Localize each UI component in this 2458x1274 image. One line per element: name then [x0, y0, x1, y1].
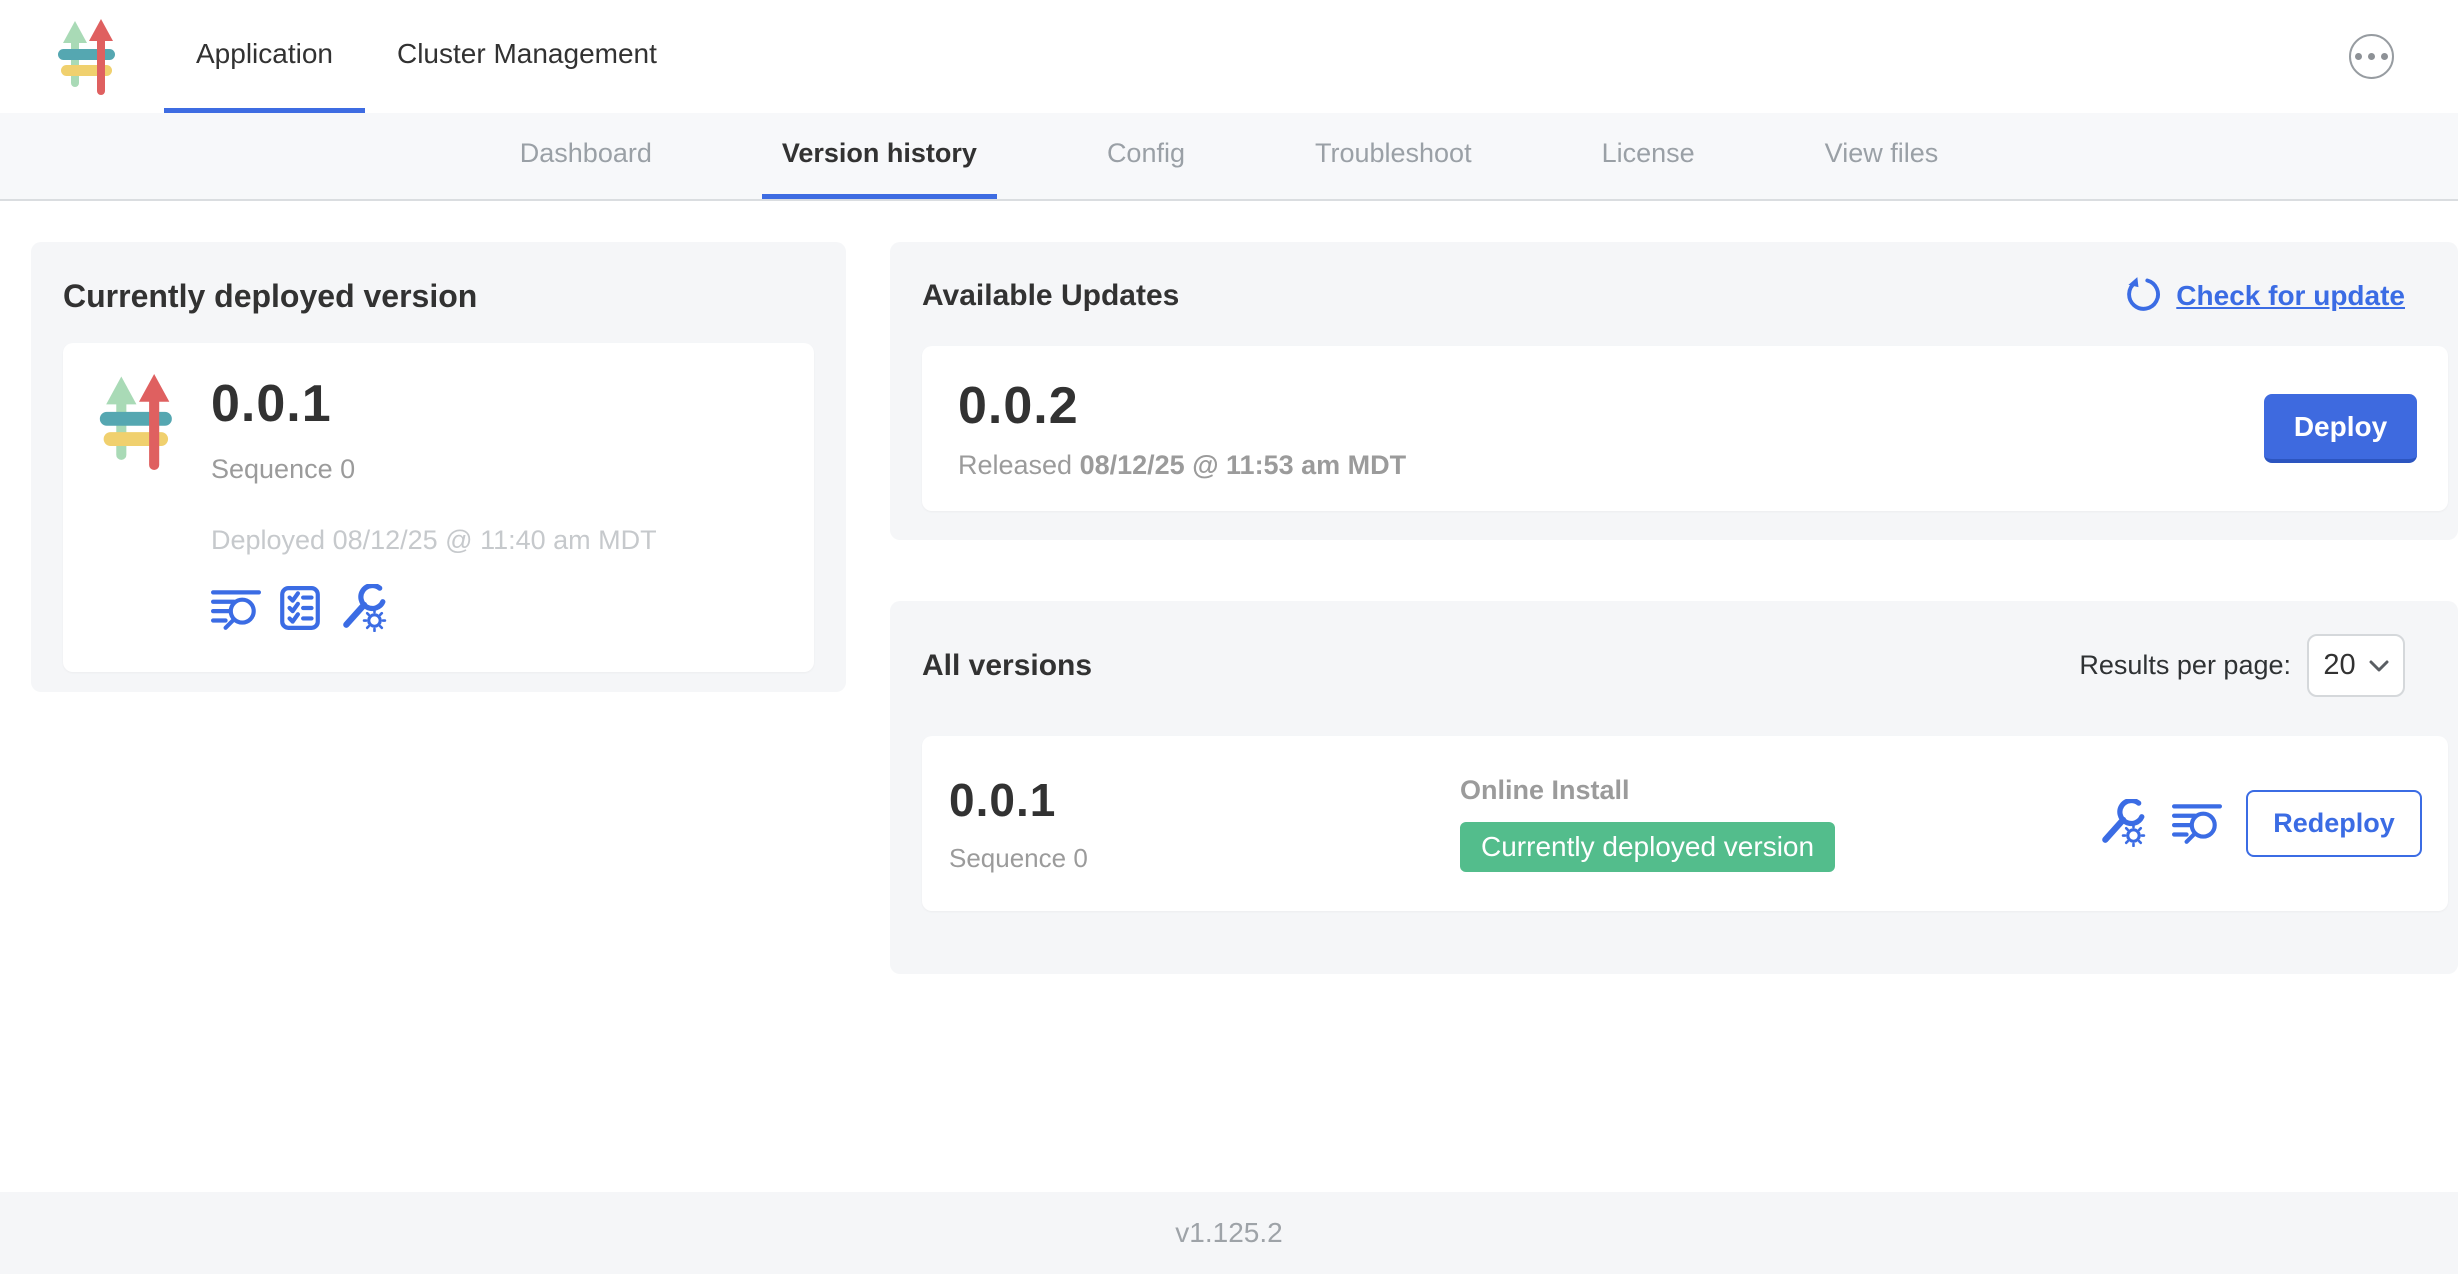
results-per-page-label: Results per page:	[2079, 650, 2291, 681]
refresh-icon	[2124, 276, 2164, 316]
deploy-button[interactable]: Deploy	[2264, 394, 2417, 463]
results-per-page-select[interactable]: 20	[2307, 634, 2405, 697]
ellipsis-menu-button[interactable]	[2349, 34, 2394, 79]
subtab-config-label: Config	[1107, 138, 1185, 169]
subtab-config[interactable]: Config	[1087, 113, 1205, 199]
available-updates-card: Available Updates Check for update 0.0.2…	[890, 242, 2458, 540]
deployed-version-panel: 0.0.1 Sequence 0 Deployed 08/12/25 @ 11:…	[63, 343, 814, 672]
app-sub-navigation: Dashboard Version history Config Trouble…	[0, 113, 2458, 201]
results-per-page-value: 20	[2323, 649, 2355, 682]
config-icon[interactable]	[2098, 799, 2146, 849]
subtab-license-label: License	[1602, 138, 1695, 169]
all-versions-card: All versions Results per page: 20 0.0.1 …	[890, 601, 2458, 974]
row-sequence: Sequence 0	[949, 843, 1460, 874]
subtab-dashboard[interactable]: Dashboard	[500, 113, 672, 199]
deployed-sequence: Sequence 0	[211, 454, 657, 485]
subtab-view-files-label: View files	[1825, 138, 1939, 169]
subtab-troubleshoot[interactable]: Troubleshoot	[1295, 113, 1492, 199]
deployed-version-number: 0.0.1	[211, 374, 657, 434]
update-version-number: 0.0.2	[958, 376, 1406, 436]
check-for-update-link[interactable]: Check for update	[2124, 276, 2405, 316]
main-content: Currently deployed version 0.0.1 Sequenc…	[0, 201, 2458, 1192]
deployed-actions	[211, 584, 657, 634]
config-icon[interactable]	[339, 584, 387, 634]
subtab-view-files[interactable]: View files	[1805, 113, 1959, 199]
right-column: Available Updates Check for update 0.0.2…	[890, 242, 2458, 974]
tab-application[interactable]: Application	[164, 0, 365, 113]
available-updates-title: Available Updates	[922, 279, 1179, 313]
released-prefix: Released	[958, 450, 1080, 480]
subtab-dashboard-label: Dashboard	[520, 138, 652, 169]
install-type: Online Install	[1460, 775, 2098, 806]
update-released-line: Released 08/12/25 @ 11:53 am MDT	[958, 450, 1406, 481]
deployed-card-title: Currently deployed version	[63, 278, 814, 315]
currently-deployed-badge: Currently deployed version	[1460, 822, 1835, 872]
top-navigation-bar: Application Cluster Management	[0, 0, 2458, 113]
row-version-number: 0.0.1	[949, 773, 1460, 827]
logs-icon[interactable]	[211, 584, 261, 634]
deployed-timestamp: Deployed 08/12/25 @ 11:40 am MDT	[211, 525, 657, 556]
tab-cluster-management-label: Cluster Management	[397, 38, 657, 70]
currently-deployed-card: Currently deployed version 0.0.1 Sequenc…	[31, 242, 846, 692]
dot-icon	[2355, 53, 2362, 60]
version-row: 0.0.1 Sequence 0 Online Install Currentl…	[922, 736, 2448, 911]
dot-icon	[2381, 53, 2388, 60]
chevron-down-icon	[2369, 659, 2389, 672]
preflight-checks-icon[interactable]	[279, 584, 321, 634]
dot-icon	[2368, 53, 2375, 60]
redeploy-button[interactable]: Redeploy	[2246, 790, 2422, 857]
check-for-update-label: Check for update	[2176, 280, 2405, 312]
footer: v1.125.2	[0, 1192, 2458, 1274]
subtab-troubleshoot-label: Troubleshoot	[1315, 138, 1472, 169]
app-logo-icon	[95, 374, 183, 470]
released-date: 08/12/25 @ 11:53 am MDT	[1080, 450, 1407, 480]
update-row: 0.0.2 Released 08/12/25 @ 11:53 am MDT D…	[922, 346, 2448, 511]
subtab-version-history[interactable]: Version history	[762, 113, 997, 199]
tab-application-label: Application	[196, 38, 333, 70]
subtab-license[interactable]: License	[1582, 113, 1715, 199]
all-versions-title: All versions	[922, 649, 1092, 683]
console-version: v1.125.2	[1175, 1217, 1282, 1249]
logs-icon[interactable]	[2172, 799, 2222, 849]
subtab-version-history-label: Version history	[782, 138, 977, 169]
tab-cluster-management[interactable]: Cluster Management	[365, 0, 689, 113]
app-logo-icon	[57, 19, 121, 95]
